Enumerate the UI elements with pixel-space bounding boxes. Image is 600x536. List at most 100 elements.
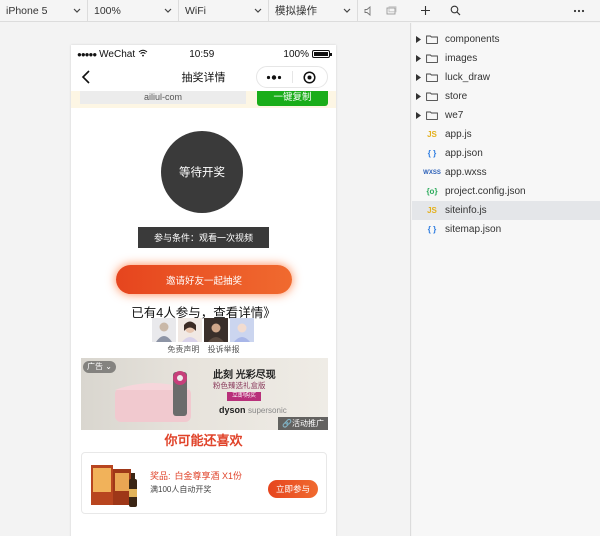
file-item[interactable]: { } sitemap.json bbox=[412, 220, 600, 239]
ad-cta: 立即购买 bbox=[227, 392, 261, 401]
toolbar: iPhone 5 100% WiFi 模拟操作 bbox=[0, 0, 600, 22]
chevron-right-icon bbox=[412, 74, 424, 81]
chevron-down-icon bbox=[254, 7, 262, 15]
add-icon[interactable] bbox=[414, 0, 436, 22]
prize-description: 满100人自动开奖 bbox=[150, 485, 212, 494]
network-label: WiFi bbox=[185, 4, 206, 17]
file-name: store bbox=[445, 91, 468, 102]
report-link[interactable]: 投诉举报 bbox=[208, 345, 240, 354]
search-icon[interactable] bbox=[444, 0, 466, 22]
folder-item[interactable]: luck_draw bbox=[412, 68, 600, 87]
disclaimer-link[interactable]: 免责声明 bbox=[167, 345, 199, 354]
operation-select[interactable]: 模拟操作 bbox=[269, 0, 358, 22]
zoom-label: 100% bbox=[94, 4, 121, 17]
chevron-down-icon: ⌄ bbox=[105, 362, 112, 371]
file-name: images bbox=[445, 53, 478, 64]
zoom-select[interactable]: 100% bbox=[88, 0, 179, 22]
file-item[interactable]: WXSS app.wxss bbox=[412, 163, 600, 182]
chevron-down-icon bbox=[343, 7, 351, 15]
avatar bbox=[178, 318, 202, 342]
file-name: components bbox=[445, 34, 500, 45]
js-file-icon: JS bbox=[427, 206, 437, 215]
chevron-right-icon bbox=[412, 36, 424, 43]
json-file-icon: { } bbox=[427, 149, 437, 158]
config-file-icon: {o} bbox=[426, 187, 438, 196]
wxss-file-icon: WXSS bbox=[423, 169, 441, 176]
json-file-icon: { } bbox=[427, 225, 437, 234]
window-icon[interactable] bbox=[380, 0, 402, 22]
signal-icon: ●●●●● bbox=[77, 49, 97, 59]
file-name: sitemap.json bbox=[445, 224, 502, 235]
folder-item[interactable]: we7 bbox=[412, 106, 600, 125]
prize-card[interactable]: 奖品: 白金尊享酒 X1份 满100人自动开奖 立即参与 bbox=[81, 452, 327, 514]
folder-item[interactable]: components bbox=[412, 30, 600, 49]
battery-fill bbox=[313, 52, 328, 56]
folder-item[interactable]: images bbox=[412, 49, 600, 68]
wifi-icon bbox=[138, 49, 148, 60]
chevron-right-icon bbox=[412, 55, 424, 62]
file-name: we7 bbox=[445, 110, 464, 121]
ad-subtitle: 粉色臻选礼盒版 bbox=[213, 381, 266, 390]
simulator-panel: ●●●●● WeChat 10:59 100% 抽奖详情 ailiul-com bbox=[0, 23, 411, 536]
ad-tag[interactable]: 广告 ⌄ bbox=[83, 361, 116, 373]
draw-status-circle: 等待开奖 bbox=[161, 131, 243, 213]
file-item[interactable]: JS app.js bbox=[412, 125, 600, 144]
chevron-down-icon bbox=[164, 7, 172, 15]
copy-url-field[interactable]: ailiul-com bbox=[80, 91, 246, 104]
more-icon[interactable] bbox=[257, 67, 292, 87]
chevron-down-icon bbox=[73, 7, 81, 15]
participation-condition: 参与条件：观看一次视频 bbox=[138, 227, 269, 248]
avatar bbox=[204, 318, 228, 342]
status-bar: ●●●●● WeChat 10:59 100% bbox=[71, 45, 336, 63]
file-name: app.json bbox=[445, 148, 483, 159]
ad-banner[interactable]: 广告 ⌄ 此刻 光彩尽现 粉色臻选礼盒版 立即购买 dyson superson… bbox=[81, 358, 328, 430]
footer-links: 免责声明 投诉举报 bbox=[71, 344, 336, 355]
phone-screen: ●●●●● WeChat 10:59 100% 抽奖详情 ailiul-com bbox=[71, 45, 336, 536]
file-name: app.js bbox=[445, 129, 472, 140]
product-image bbox=[115, 371, 191, 422]
battery-percent: 100% bbox=[283, 48, 309, 60]
file-name: siteinfo.js bbox=[445, 205, 487, 216]
file-explorer: components images luck_drawstore we7 JS app.j… bbox=[412, 23, 600, 536]
clock: 10:59 bbox=[189, 48, 215, 60]
avatar bbox=[152, 318, 176, 342]
copy-button[interactable]: 一键复制 bbox=[257, 91, 328, 106]
page-title: 抽奖详情 bbox=[181, 72, 226, 84]
file-item[interactable]: JS siteinfo.js bbox=[412, 201, 600, 220]
folder-icon bbox=[424, 92, 440, 101]
folder-item[interactable]: store bbox=[412, 87, 600, 106]
file-item[interactable]: {o} project.config.json bbox=[412, 182, 600, 201]
back-icon[interactable] bbox=[79, 69, 95, 85]
js-file-icon: JS bbox=[427, 130, 437, 139]
chevron-right-icon bbox=[412, 112, 424, 119]
file-item[interactable]: { } app.json bbox=[412, 144, 600, 163]
join-button[interactable]: 立即参与 bbox=[268, 480, 318, 498]
battery-icon bbox=[311, 50, 332, 58]
recommend-title: 你可能还喜欢 bbox=[164, 433, 243, 448]
copy-bar: ailiul-com 一键复制 bbox=[71, 91, 336, 108]
folder-icon bbox=[424, 35, 440, 44]
chevron-right-icon bbox=[412, 93, 424, 100]
ad-promo-label: 🔗活动推广 bbox=[278, 417, 328, 430]
file-name: app.wxss bbox=[445, 167, 487, 178]
folder-icon bbox=[424, 54, 440, 63]
link-icon: 🔗 bbox=[282, 419, 292, 428]
prize-image bbox=[91, 465, 137, 507]
invite-friends-button[interactable]: 邀请好友一起抽奖 bbox=[116, 265, 292, 294]
nav-bar: 抽奖详情 bbox=[71, 63, 336, 91]
network-select[interactable]: WiFi bbox=[179, 0, 269, 22]
avatar bbox=[230, 318, 254, 342]
menu-capsule bbox=[256, 66, 328, 88]
prize-name: 奖品: 白金尊享酒 X1份 bbox=[150, 471, 243, 481]
more-icon[interactable] bbox=[568, 0, 590, 22]
mute-icon[interactable] bbox=[358, 0, 380, 22]
participant-avatars bbox=[152, 318, 254, 342]
close-mini-program-icon[interactable] bbox=[293, 67, 328, 87]
folder-icon bbox=[424, 73, 440, 82]
operation-label: 模拟操作 bbox=[275, 5, 317, 17]
ad-brand: dyson supersonic bbox=[219, 405, 287, 415]
device-select[interactable]: iPhone 5 bbox=[0, 0, 88, 22]
device-label: iPhone 5 bbox=[6, 4, 48, 17]
ad-title: 此刻 光彩尽现 bbox=[213, 370, 276, 381]
file-name: project.config.json bbox=[445, 186, 526, 197]
